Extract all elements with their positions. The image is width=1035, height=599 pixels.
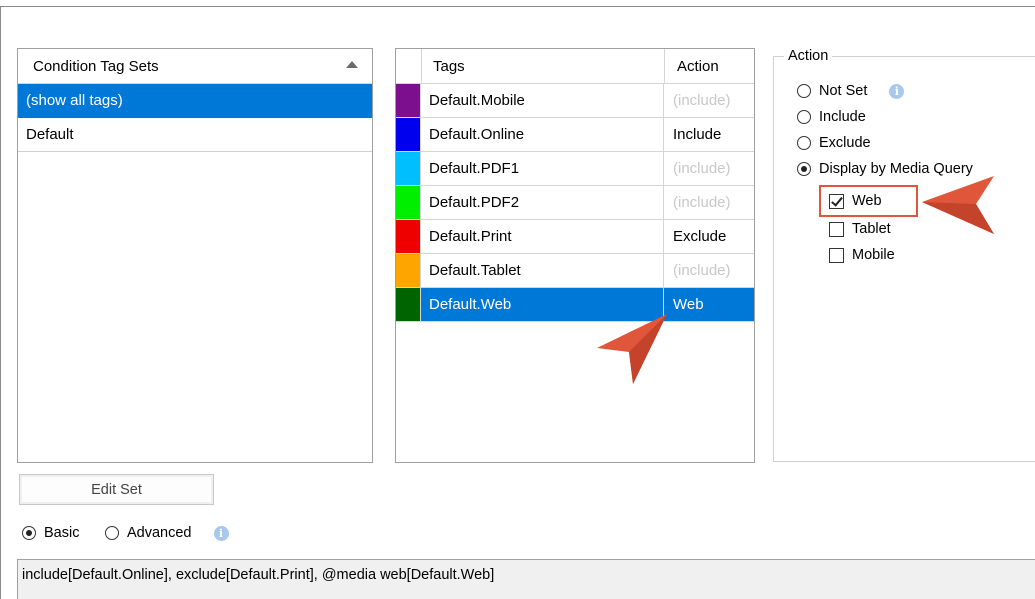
action-column-header[interactable]: Action [665, 49, 754, 83]
condition-tag-sets-header[interactable]: Condition Tag Sets [18, 49, 372, 84]
window-left-border [0, 6, 1, 599]
callout-arrow-icon [597, 314, 667, 384]
radio-basic[interactable]: Basic [22, 525, 79, 541]
tag-color-swatch [396, 254, 421, 287]
tag-row[interactable]: Default.Print Exclude [396, 220, 754, 254]
radio-basic-label: Basic [44, 525, 80, 541]
tag-row[interactable]: Default.Web Web [396, 288, 754, 322]
tag-action-cell[interactable]: Include [664, 118, 754, 151]
radio-exclude[interactable]: Exclude [797, 135, 871, 151]
tag-name-cell[interactable]: Default.Print [421, 220, 664, 253]
tag-action-cell[interactable]: Web [664, 288, 754, 321]
condition-tag-sets-list[interactable]: Condition Tag Sets (show all tags) Defau… [17, 48, 373, 463]
tags-grid-body: Default.Mobile (include) Default.Online Inc… [396, 84, 754, 322]
tag-color-swatch [396, 152, 421, 185]
tag-set-item-label: Default [26, 126, 74, 143]
radio-advanced-label: Advanced [127, 525, 192, 541]
radio-not-set[interactable]: Not Set i [797, 83, 905, 99]
checkbox-mobile[interactable]: Mobile [829, 247, 895, 263]
tags-grid-header: Tags Action [396, 49, 754, 84]
condition-tag-sets-header-label: Condition Tag Sets [33, 57, 159, 75]
edit-set-button[interactable]: Edit Set [19, 474, 214, 505]
radio-exclude-button[interactable] [797, 136, 811, 150]
tag-row[interactable]: Default.Online Include [396, 118, 754, 152]
radio-display-by-media-query-button[interactable] [797, 162, 811, 176]
tags-column-header[interactable]: Tags [422, 49, 665, 83]
checkbox-mobile-box[interactable] [829, 247, 844, 263]
checkbox-tablet[interactable]: Tablet [829, 221, 891, 237]
tag-set-item-label: (show all tags) [26, 92, 123, 109]
radio-exclude-label: Exclude [819, 135, 871, 151]
tag-row[interactable]: Default.PDF1 (include) [396, 152, 754, 186]
checkbox-tablet-label: Tablet [852, 221, 891, 237]
tag-row[interactable]: Default.Tablet (include) [396, 254, 754, 288]
checkbox-mobile-label: Mobile [852, 247, 895, 263]
checkbox-tablet-box[interactable] [829, 221, 844, 237]
tag-action-cell[interactable]: (include) [664, 152, 754, 185]
tag-color-swatch [396, 288, 421, 321]
tag-color-swatch [396, 118, 421, 151]
radio-not-set-label: Not Set [819, 83, 868, 99]
action-group-title: Action [784, 48, 833, 64]
color-column-header [396, 49, 422, 83]
tag-action-cell[interactable]: (include) [664, 186, 754, 219]
tag-name-cell[interactable]: Default.PDF1 [421, 152, 664, 185]
tag-name-cell[interactable]: Default.Online [421, 118, 664, 151]
tag-color-swatch [396, 84, 421, 117]
tag-color-swatch [396, 220, 421, 253]
tag-row[interactable]: Default.Mobile (include) [396, 84, 754, 118]
radio-basic-button[interactable] [22, 526, 36, 540]
tag-row[interactable]: Default.PDF2 (include) [396, 186, 754, 220]
action-column-header-label: Action [677, 57, 719, 75]
tag-set-item-default[interactable]: Default [18, 118, 372, 152]
radio-include[interactable]: Include [797, 109, 866, 125]
tag-name-cell[interactable]: Default.PDF2 [421, 186, 664, 219]
condition-expression-text: include[Default.Online], exclude[Default… [22, 567, 495, 583]
window-top-border [0, 0, 1035, 7]
tag-color-swatch [396, 186, 421, 219]
radio-include-button[interactable] [797, 110, 811, 124]
radio-advanced[interactable]: Advanced i [105, 525, 229, 541]
info-icon[interactable]: i [889, 83, 905, 99]
condition-expression-field[interactable]: include[Default.Online], exclude[Default… [17, 559, 1035, 599]
radio-not-set-button[interactable] [797, 84, 811, 98]
info-icon[interactable]: i [213, 525, 229, 541]
radio-include-label: Include [819, 109, 866, 125]
edit-set-label: Edit Set [91, 481, 142, 498]
radio-advanced-button[interactable] [105, 526, 119, 540]
tag-action-cell[interactable]: (include) [664, 254, 754, 287]
web-highlight-callout [819, 185, 918, 217]
tag-set-item-show-all[interactable]: (show all tags) [18, 84, 372, 118]
tag-name-cell[interactable]: Default.Mobile [421, 84, 664, 117]
tags-grid[interactable]: Tags Action Default.Mobile (include) Defau… [395, 48, 755, 463]
sort-ascending-icon [346, 61, 358, 68]
callout-arrow-icon [922, 176, 994, 234]
tags-column-header-label: Tags [433, 57, 465, 75]
tag-action-cell[interactable]: (include) [664, 84, 754, 117]
tag-action-cell[interactable]: Exclude [664, 220, 754, 253]
tag-name-cell[interactable]: Default.Tablet [421, 254, 664, 287]
